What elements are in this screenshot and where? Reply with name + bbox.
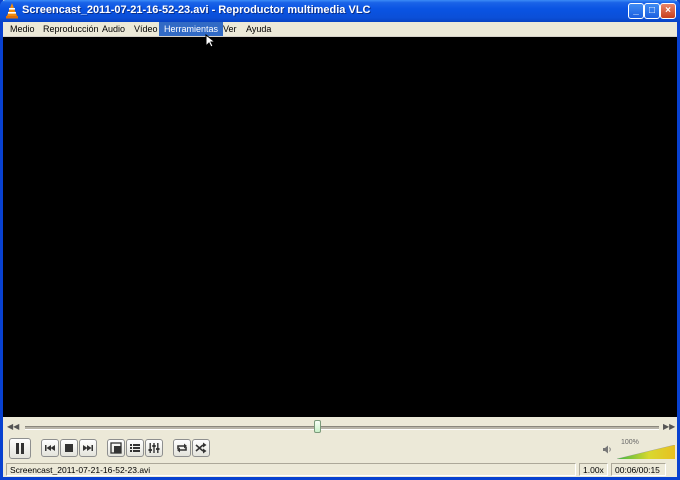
time-display[interactable]: 00:06/00:15: [611, 463, 666, 476]
shuffle-icon: [195, 442, 207, 454]
menu-medio[interactable]: Medio: [5, 22, 40, 36]
speaker-icon[interactable]: [602, 444, 613, 455]
stop-button[interactable]: [60, 439, 78, 457]
fullscreen-button[interactable]: [107, 439, 125, 457]
shuffle-button[interactable]: [192, 439, 210, 457]
title-bar[interactable]: Screencast_2011-07-21-16-52-23.avi - Rep…: [0, 0, 680, 22]
seek-handle[interactable]: [313, 420, 321, 433]
menu-video[interactable]: Vídeo: [129, 22, 163, 36]
equalizer-icon: [148, 443, 160, 453]
skip-back-icon: [45, 445, 55, 451]
seek-row: ◀◀ ▶▶: [3, 419, 677, 435]
seek-track[interactable]: [25, 426, 659, 430]
loop-button[interactable]: [173, 439, 191, 457]
playlist-icon: [130, 444, 140, 452]
video-area[interactable]: [3, 37, 677, 417]
maximize-button[interactable]: □: [644, 3, 660, 19]
pause-icon: [16, 443, 24, 454]
skip-forward-icon: [83, 445, 93, 451]
playlist-button[interactable]: [126, 439, 144, 457]
vlc-window: Screencast_2011-07-21-16-52-23.avi - Rep…: [0, 0, 680, 480]
loop-icon: [177, 443, 187, 453]
close-button[interactable]: ×: [660, 3, 676, 19]
next-button[interactable]: [79, 439, 97, 457]
status-bar: Screencast_2011-07-21-16-52-23.avi 1.00x…: [3, 462, 677, 477]
window-title: Screencast_2011-07-21-16-52-23.avi - Rep…: [22, 4, 371, 16]
menu-ayuda[interactable]: Ayuda: [241, 22, 276, 36]
seek-backward-button[interactable]: ◀◀: [7, 422, 19, 432]
menu-reproduccion[interactable]: Reproducción: [38, 22, 104, 36]
seek-forward-button[interactable]: ▶▶: [663, 422, 675, 432]
menu-bar: Medio Reproducción Audio Vídeo Herramien…: [3, 22, 677, 37]
stop-icon: [65, 444, 73, 452]
status-filename: Screencast_2011-07-21-16-52-23.avi: [6, 463, 576, 476]
menu-audio[interactable]: Audio: [97, 22, 130, 36]
previous-button[interactable]: [41, 439, 59, 457]
extended-settings-button[interactable]: [145, 439, 163, 457]
volume-slider[interactable]: [617, 445, 675, 459]
mouse-cursor-icon: [205, 34, 217, 48]
menu-ver[interactable]: Ver: [218, 22, 242, 36]
pause-button[interactable]: [9, 438, 31, 459]
fullscreen-icon: [110, 442, 122, 454]
playback-speed[interactable]: 1.00x: [579, 463, 608, 476]
minimize-button[interactable]: _: [628, 3, 644, 19]
vlc-cone-icon: [6, 3, 18, 19]
control-bar: 100%: [3, 437, 677, 461]
